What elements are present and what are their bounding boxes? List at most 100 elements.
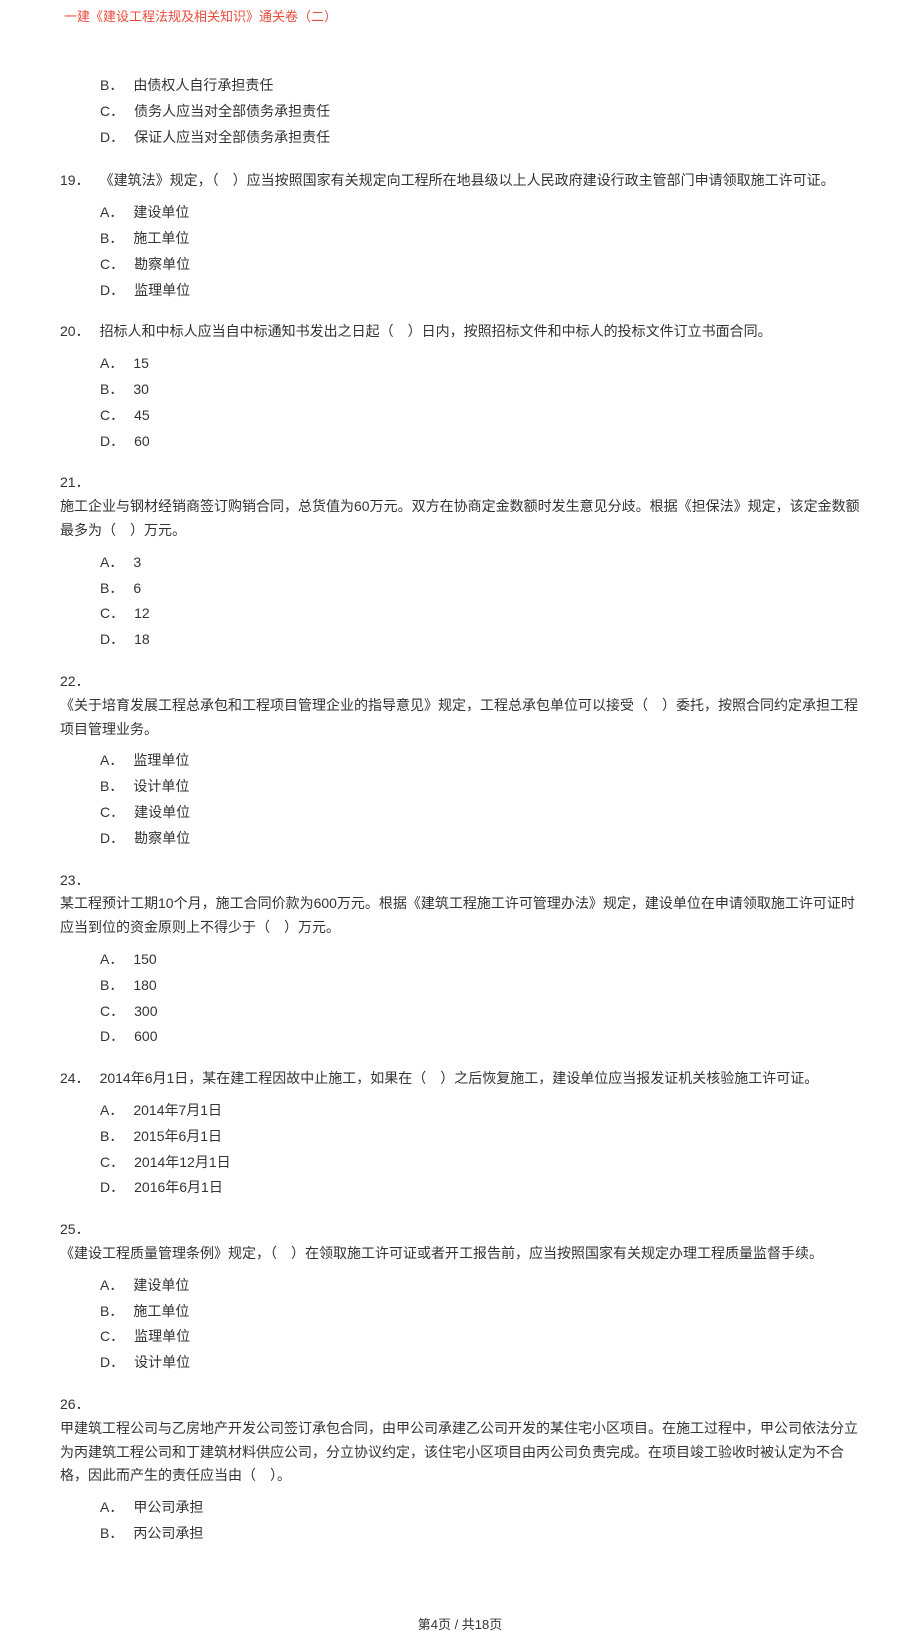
- option-row: C． 监理单位: [100, 1325, 860, 1349]
- option-label: B．: [100, 378, 123, 402]
- option-text: 2014年7月1日: [133, 1099, 222, 1123]
- option-label: C．: [100, 253, 124, 277]
- option-row: D． 600: [100, 1025, 860, 1049]
- option-text: 12: [134, 602, 150, 626]
- option-text: 由债权人自行承担责任: [133, 74, 273, 98]
- question-stem: 《建设工程质量管理条例》规定，（ ）在领取施工许可证或者开工报告前，应当按照国家…: [60, 1242, 860, 1266]
- option-label: B．: [100, 1300, 123, 1324]
- option-label: C．: [100, 1151, 124, 1175]
- option-text: 建设单位: [133, 201, 189, 225]
- option-label: B．: [100, 1125, 123, 1149]
- option-row: D．保证人应当对全部债务承担责任: [100, 126, 860, 150]
- option-text: 60: [134, 430, 150, 454]
- option-label: A．: [100, 1274, 123, 1298]
- question-number: 25．: [60, 1218, 860, 1242]
- option-text: 监理单位: [133, 749, 189, 773]
- option-label: D．: [100, 827, 124, 851]
- question-line: 20．招标人和中标人应当自中标通知书发出之日起（ ）日内，按照招标文件和中标人的…: [60, 320, 860, 344]
- option-text: 600: [134, 1025, 157, 1049]
- option-label: A．: [100, 551, 123, 575]
- option-label: B．: [100, 577, 123, 601]
- option-label: D．: [100, 1176, 124, 1200]
- question-stem: 某工程预计工期10个月，施工合同价款为600万元。根据《建筑工程施工许可管理办法…: [60, 892, 860, 940]
- option-label: D．: [100, 1025, 124, 1049]
- option-label: D．: [100, 1351, 124, 1375]
- question-stem: 2014年6月1日，某在建工程因故中止施工，如果在（ ）之后恢复施工，建设单位应…: [100, 1067, 819, 1091]
- option-row: C．2014年12月1日: [100, 1151, 860, 1175]
- question-block: 26．甲建筑工程公司与乙房地产开发公司签订承包合同，由甲公司承建乙公司开发的某住…: [60, 1393, 860, 1546]
- option-label: B．: [100, 775, 123, 799]
- question-stem: 施工企业与钢材经销商签订购销合同，总货值为60万元。双方在协商定金数额时发生意见…: [60, 495, 860, 543]
- option-row: A． 3: [100, 551, 860, 575]
- options-list: A．监理单位B．设计单位C．建设单位D．勘察单位: [100, 749, 860, 850]
- option-text: 45: [134, 404, 150, 428]
- question-stem: 《建筑法》规定，（ ）应当按照国家有关规定向工程所在地县级以上人民政府建设行政主…: [100, 169, 835, 193]
- option-text: 2015年6月1日: [133, 1125, 222, 1149]
- option-row: C．债务人应当对全部债务承担责任: [100, 100, 860, 124]
- option-label: A．: [100, 1496, 123, 1520]
- option-text: 监理单位: [134, 1325, 190, 1349]
- option-row: A．2014年7月1日: [100, 1099, 860, 1123]
- option-row: A．甲公司承担: [100, 1496, 860, 1520]
- option-label: A．: [100, 948, 123, 972]
- question-line: 24．2014年6月1日，某在建工程因故中止施工，如果在（ ）之后恢复施工，建设…: [60, 1067, 860, 1091]
- option-row: B． 30: [100, 378, 860, 402]
- question-number: 23．: [60, 869, 860, 893]
- option-text: 丙公司承担: [133, 1522, 203, 1546]
- option-text: 6: [133, 577, 141, 601]
- question-number: 19．: [60, 169, 90, 193]
- option-row: B． 6: [100, 577, 860, 601]
- question-block: 21．施工企业与钢材经销商签订购销合同，总货值为60万元。双方在协商定金数额时发…: [60, 471, 860, 652]
- option-label: C．: [100, 404, 124, 428]
- question-number: 22．: [60, 670, 860, 694]
- option-row: B． 施工单位: [100, 227, 860, 251]
- option-text: 150: [133, 948, 156, 972]
- option-text: 建设单位: [133, 1274, 189, 1298]
- option-text: 3: [133, 551, 141, 575]
- option-row: B．180: [100, 974, 860, 998]
- document-title: 一建《建设工程法规及相关知识》通关卷（二）: [64, 9, 337, 24]
- question-block: 24．2014年6月1日，某在建工程因故中止施工，如果在（ ）之后恢复施工，建设…: [60, 1067, 860, 1200]
- option-text: 设计单位: [133, 775, 189, 799]
- option-text: 建设单位: [134, 801, 190, 825]
- option-text: 施工单位: [133, 227, 189, 251]
- option-label: B．: [100, 227, 123, 251]
- options-list: A．150B．180C．300D．600: [100, 948, 860, 1049]
- questions-container: 19． 《建筑法》规定，（ ）应当按照国家有关规定向工程所在地县级以上人民政府建设…: [60, 169, 860, 1545]
- option-label: D．: [100, 279, 124, 303]
- option-text: 300: [134, 1000, 157, 1024]
- option-row: A．监理单位: [100, 749, 860, 773]
- option-text: 2016年6月1日: [134, 1176, 223, 1200]
- option-label: C．: [100, 602, 124, 626]
- options-list: A． 建设单位 B． 施工单位C．勘察单位D． 监理单位: [100, 201, 860, 302]
- option-label: B．: [100, 74, 123, 98]
- option-text: 15: [133, 352, 149, 376]
- question-stem: 甲建筑工程公司与乙房地产开发公司签订承包合同，由甲公司承建乙公司开发的某住宅小区…: [60, 1417, 860, 1488]
- options-list: A．2014年7月1日B． 2015年6月1日C．2014年12月1日D． 2016…: [100, 1099, 860, 1200]
- option-row: D． 2016年6月1日: [100, 1176, 860, 1200]
- options-list: A．建设单位B．施工单位C．监理单位D．设计单位: [100, 1274, 860, 1375]
- question-number: 26．: [60, 1393, 860, 1417]
- option-row: B． 设计单位: [100, 775, 860, 799]
- option-row: C．勘察单位: [100, 253, 860, 277]
- question-block: 19． 《建筑法》规定，（ ）应当按照国家有关规定向工程所在地县级以上人民政府建设…: [60, 169, 860, 302]
- question-number: 20．: [60, 320, 90, 344]
- option-text: 180: [133, 974, 156, 998]
- option-label: D．: [100, 126, 124, 150]
- page-content: B． 由债权人自行承担责任C．债务人应当对全部债务承担责任D．保证人应当对全部债务…: [0, 34, 920, 1584]
- options-list: A．甲公司承担B．丙公司承担: [100, 1496, 860, 1546]
- option-label: C．: [100, 801, 124, 825]
- question-block: 20．招标人和中标人应当自中标通知书发出之日起（ ）日内，按照招标文件和中标人的…: [60, 320, 860, 453]
- option-row: D． 监理单位: [100, 279, 860, 303]
- option-row: D．18: [100, 628, 860, 652]
- option-row: C． 建设单位: [100, 801, 860, 825]
- option-text: 18: [134, 628, 150, 652]
- option-label: C．: [100, 1325, 124, 1349]
- question-block: 25．《建设工程质量管理条例》规定，（ ）在领取施工许可证或者开工报告前，应当按…: [60, 1218, 860, 1375]
- option-text: 30: [133, 378, 149, 402]
- option-row: D．设计单位: [100, 1351, 860, 1375]
- question-stem: 《关于培育发展工程总承包和工程项目管理企业的指导意见》规定，工程总承包单位可以接…: [60, 694, 860, 742]
- option-label: A．: [100, 201, 123, 225]
- option-text: 监理单位: [134, 279, 190, 303]
- orphan-options-from-prev-page: B． 由债权人自行承担责任C．债务人应当对全部债务承担责任D．保证人应当对全部债务…: [100, 74, 860, 149]
